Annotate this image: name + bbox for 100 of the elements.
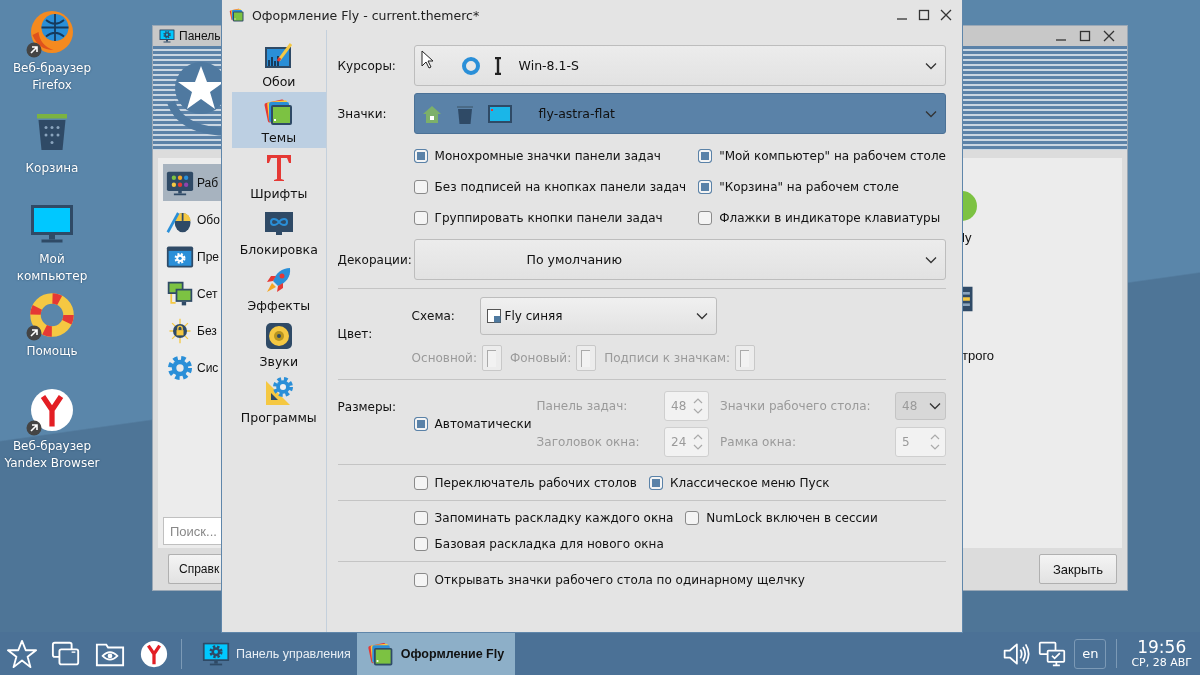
chevron-down-icon (925, 109, 937, 118)
nav-item[interactable]: Темы (232, 92, 326, 148)
item-label[interactable]: ly (962, 230, 972, 245)
item-label[interactable]: трого (962, 348, 995, 363)
globe-icon[interactable] (28, 8, 76, 56)
browser-icon[interactable] (28, 386, 76, 434)
checkbox-label[interactable]: "Мой компьютер" на рабочем столе (719, 148, 946, 163)
field-label: Значки: (337, 106, 388, 121)
dropdown-value: Win-8.1-S (518, 58, 579, 73)
checkbox-label[interactable]: NumLock включен в сессии (706, 511, 878, 525)
maximize-icon[interactable] (1079, 30, 1091, 42)
checkbox-label[interactable]: Флажки в индикаторе клавиатуры (719, 210, 941, 225)
dropdown[interactable]: fly-astra-flat (413, 93, 946, 134)
checkbox-label[interactable]: Без подписей на кнопках панели задач (434, 179, 687, 194)
taskbar-task[interactable]: Панель управления (192, 632, 357, 675)
nav-item[interactable]: Эффекты (232, 260, 326, 316)
settings-monitor-icon (159, 28, 175, 44)
close-icon[interactable] (940, 9, 952, 21)
checkbox[interactable] (413, 511, 428, 525)
checkbox[interactable] (413, 148, 428, 163)
checkbox-label[interactable]: Открывать значки рабочего стола по одинарному щелчку (434, 572, 805, 587)
sidebar-item[interactable]: Без (163, 312, 222, 349)
checkbox-label[interactable]: Группировать кнопки панели задач (434, 210, 663, 225)
checkbox[interactable] (413, 475, 428, 490)
field-label: Заголовок окна: (536, 435, 641, 449)
checkbox-label[interactable]: Классическое меню Пуск (669, 475, 830, 490)
chevron-down-icon (695, 312, 708, 320)
nav-item[interactable]: Обои (232, 36, 326, 92)
desktop-icon-label[interactable]: Мой компьютер (3, 251, 101, 285)
checkbox[interactable] (413, 417, 428, 431)
nav-item[interactable]: Шрифты (232, 148, 326, 204)
chevron-down-icon (925, 255, 937, 264)
cursor-arrow-icon (420, 50, 435, 70)
desktop-icon-label[interactable]: Помощь (3, 343, 101, 360)
nav-item[interactable]: Программы (232, 372, 326, 428)
checkbox-label[interactable]: Монохромные значки панели задач (434, 148, 661, 163)
chevron-down-icon (925, 61, 937, 70)
dropdown[interactable]: Fly синяя (479, 297, 717, 335)
checkbox[interactable] (698, 179, 713, 194)
checkbox[interactable] (413, 210, 428, 225)
checkbox-label[interactable]: Автоматически (434, 417, 532, 431)
field-label: Панель задач: (536, 399, 629, 413)
sidebar-item[interactable]: Раб (163, 164, 222, 201)
chevron-down-icon (929, 402, 941, 410)
checkbox-label[interactable]: Базовая раскладка для нового окна (434, 537, 664, 551)
field-label: Схема: (411, 309, 456, 323)
dropdown-value: 48 (902, 399, 918, 413)
text-cursor-icon (492, 56, 503, 75)
network-monitors-icon[interactable] (1038, 639, 1067, 668)
network-icon (166, 279, 194, 308)
field-label: Основной: (411, 351, 477, 365)
desktop-icon-label[interactable]: Корзина (3, 160, 101, 177)
dropdown-value: Fly синяя (504, 309, 563, 323)
desktop-icon-label[interactable]: Веб-браузер Firefox (3, 60, 101, 94)
close-button[interactable]: Закрыть (1039, 554, 1117, 584)
sidebar-item[interactable]: Сет (163, 275, 222, 312)
checkbox-label[interactable]: Запоминать раскладку каждого окна (434, 511, 674, 525)
clock-date: СР, 28 АВГ (1131, 657, 1192, 668)
lifebuoy-icon[interactable] (28, 291, 76, 339)
sidebar-item[interactable]: Обо (163, 201, 222, 238)
window-title: Панель (179, 29, 222, 43)
dropdown-value: fly-astra-flat (538, 106, 615, 121)
checkbox-label[interactable]: "Корзина" на рабочем столе (719, 179, 899, 194)
language-indicator[interactable]: en (1074, 638, 1107, 669)
checkbox[interactable] (648, 475, 663, 490)
checkbox[interactable] (685, 511, 700, 525)
stacked-cards-icon (229, 7, 245, 23)
field-label: Рамка окна: (719, 435, 797, 449)
search-field[interactable]: Поиск... (163, 517, 222, 545)
desktop-icon-label[interactable]: Веб-браузер Yandex Browser (3, 438, 101, 472)
spin-value: 48 (671, 399, 687, 413)
sidebar-item[interactable]: Пре (163, 238, 222, 275)
nav-item[interactable]: Блокировка (232, 204, 326, 260)
ring-icon (460, 55, 481, 76)
checkbox[interactable] (413, 179, 428, 194)
maximize-icon[interactable] (918, 9, 930, 21)
checkbox-label[interactable]: Переключатель рабочих столов (434, 475, 637, 490)
window-icon (486, 103, 513, 124)
clock-time[interactable]: 19:56 (1137, 639, 1187, 656)
taskbar-task[interactable]: Оформление Fly (356, 632, 515, 675)
nav-item[interactable]: Звуки (232, 316, 326, 372)
spin-value: 24 (671, 435, 687, 449)
settings-icon (166, 353, 194, 382)
field-label: Курсоры: (337, 58, 397, 73)
sidebar-item[interactable]: Сис (163, 349, 222, 386)
help-button[interactable]: Справк (168, 554, 222, 584)
checkbox[interactable] (698, 210, 713, 225)
star-icon[interactable] (7, 638, 37, 669)
field-label: Цвет: (337, 327, 374, 341)
checkbox[interactable] (413, 537, 428, 551)
dropdown-value: По умолчанию (526, 252, 622, 267)
color-scheme-icon (486, 309, 501, 323)
dropdown[interactable]: Win-8.1-S (413, 45, 946, 86)
browser-icon[interactable] (139, 638, 169, 669)
checkbox[interactable] (413, 572, 428, 587)
close-icon[interactable] (1103, 30, 1115, 42)
dropdown[interactable]: По умолчанию (413, 239, 946, 280)
checkbox[interactable] (698, 148, 713, 163)
field-label: Фоновый: (509, 351, 572, 365)
field-label: Подписи к значкам: (604, 351, 731, 365)
